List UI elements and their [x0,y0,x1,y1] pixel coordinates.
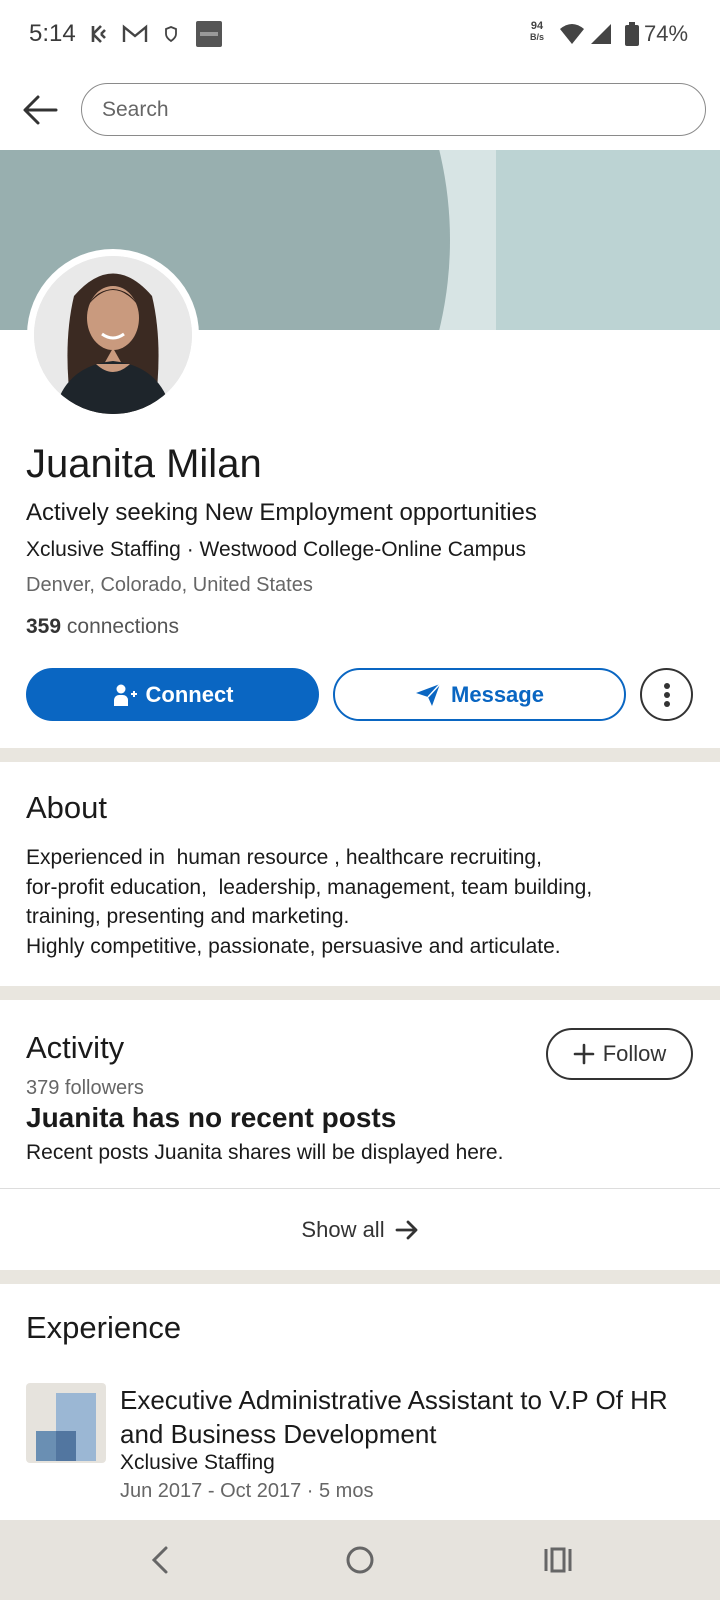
more-options-button[interactable] [640,668,693,721]
system-nav-bar [0,1520,720,1600]
nav-home-icon [346,1546,374,1574]
send-icon [416,682,441,706]
message-button[interactable]: Message [333,668,626,721]
no-posts-subtitle: Recent posts Juanita shares will be disp… [26,1141,504,1164]
follow-label: Follow [602,1041,667,1066]
nav-home-button[interactable] [340,1540,380,1580]
about-text[interactable]: Experienced in human resource , healthca… [26,843,706,961]
net-speed: 94 B/s [525,21,549,43]
experience-title: Experience [26,1310,182,1345]
add-person-icon [113,684,137,706]
section-divider [0,1270,720,1284]
arrow-right-icon [395,1220,417,1240]
connect-button[interactable]: Connect [26,668,319,721]
signal-icon [590,22,612,46]
more-vertical-icon [663,682,670,707]
profile-headline: Actively seeking New Employment opportun… [26,499,537,526]
wifi-icon [559,22,585,46]
net-speed-value: 94 [530,20,544,32]
about-line: for-profit education, leadership, manage… [26,875,593,899]
connections-label: connections [66,615,179,638]
show-all-label: Show all [301,1217,385,1242]
activity-separator [0,1188,720,1189]
search-input[interactable]: Search [81,83,706,136]
no-posts-title: Juanita has no recent posts [26,1102,397,1133]
bybit-icon [196,21,222,47]
show-all-button[interactable]: Show all [0,1210,720,1250]
about-line: Experienced in human resource , healthca… [26,846,542,869]
battery-icon [625,22,639,46]
status-bar: 5:14 94 B/s 74% [0,0,720,70]
company-logo[interactable] [26,1383,106,1463]
vpn-shield-icon [163,22,179,46]
net-speed-unit: B/s [529,32,544,42]
profile-name: Juanita Milan [26,442,262,486]
status-time: 5:14 [29,20,76,47]
back-arrow-icon [23,95,58,125]
followers-count: 379 followers [26,1077,144,1099]
experience-dates: Jun 2017 - Oct 2017 · 5 mos [120,1480,374,1502]
gmail-icon [122,22,148,46]
back-button[interactable] [20,90,60,130]
follow-button[interactable]: Follow [546,1028,693,1080]
profile-company-line[interactable]: Xclusive Staffing · Westwood College-Onl… [26,538,526,562]
experience-job-title[interactable]: Executive Administrative Assistant to V.… [120,1383,710,1451]
activity-title: Activity [26,1030,125,1065]
avatar [34,256,192,414]
experience-company: Xclusive Staffing [120,1451,275,1474]
nav-recents-icon [544,1547,572,1573]
nav-recents-button[interactable] [538,1540,578,1580]
battery-percent: 74% [644,21,689,46]
section-divider [0,748,720,762]
connect-label: Connect [145,681,234,707]
section-divider [0,986,720,1000]
about-line: training, presenting and marketing. [26,905,350,928]
message-label: Message [451,681,544,707]
kucoin-icon [89,22,111,46]
plus-icon [573,1043,595,1065]
profile-location: Denver, Colorado, United States [26,574,313,596]
connections-count: 359 [26,615,62,638]
connections-link[interactable]: 359 connections [26,615,179,639]
profile-photo[interactable] [27,249,199,421]
nav-back-button[interactable] [140,1540,180,1580]
about-line: Highly competitive, passionate, persuasi… [26,934,561,958]
about-title: About [26,790,108,825]
nav-back-icon [151,1546,168,1574]
